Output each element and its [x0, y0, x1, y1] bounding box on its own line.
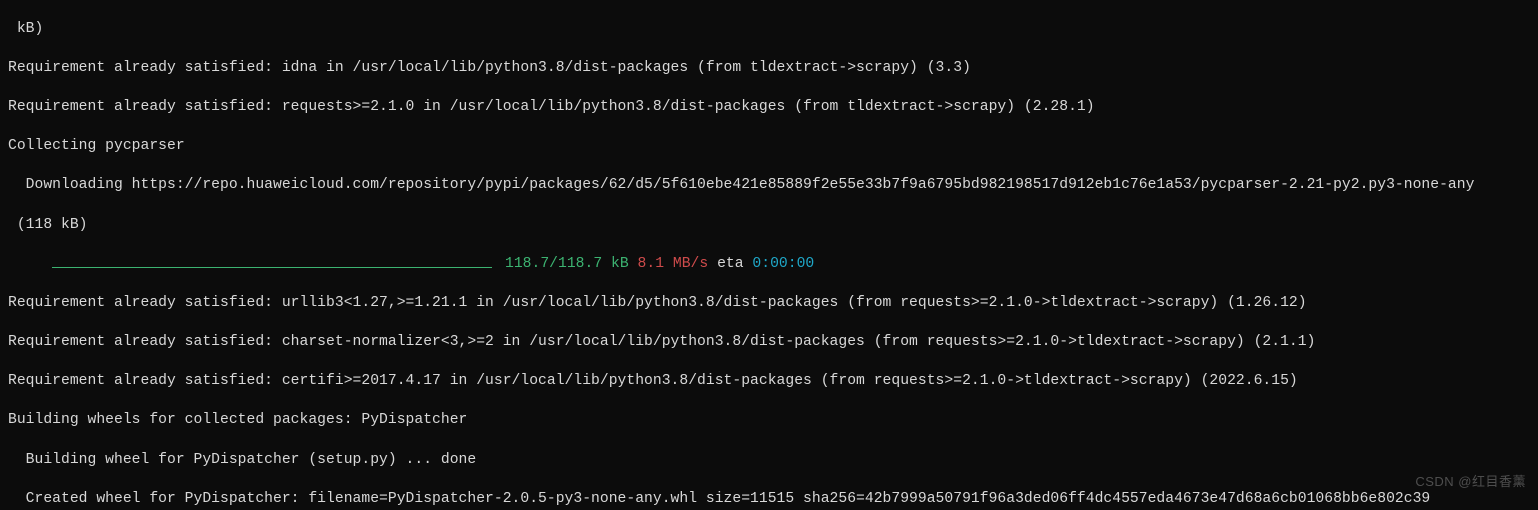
output-line: (118 kB): [8, 216, 1530, 236]
progress-kb: 118.7/118.7 kB: [505, 256, 629, 272]
progress-line: 118.7/118.7 kB 8.1 MB/s eta 0:00:00: [8, 255, 1530, 275]
terminal-output[interactable]: kB) Requirement already satisfied: idna …: [0, 0, 1538, 510]
output-line: Requirement already satisfied: requests>…: [8, 98, 1530, 118]
progress-eta-time: 0:00:00: [752, 256, 814, 272]
output-line: Collecting pycparser: [8, 137, 1530, 157]
progress-rate: 8.1 MB/s: [638, 256, 709, 272]
output-line: Building wheels for collected packages: …: [8, 411, 1530, 431]
output-line: Requirement already satisfied: idna in /…: [8, 59, 1530, 79]
output-line: Building wheel for PyDispatcher (setup.p…: [8, 451, 1530, 471]
output-line: Requirement already satisfied: urllib3<1…: [8, 294, 1530, 314]
output-line: Requirement already satisfied: charset-n…: [8, 333, 1530, 353]
progress-bar-fill: [52, 267, 492, 269]
output-line: Created wheel for PyDispatcher: filename…: [8, 490, 1530, 510]
output-line: Requirement already satisfied: certifi>=…: [8, 372, 1530, 392]
output-line: kB): [8, 20, 1530, 40]
progress-eta-label: eta: [717, 256, 744, 272]
output-line: Downloading https://repo.huaweicloud.com…: [8, 176, 1530, 196]
progress-indent: [8, 256, 52, 272]
